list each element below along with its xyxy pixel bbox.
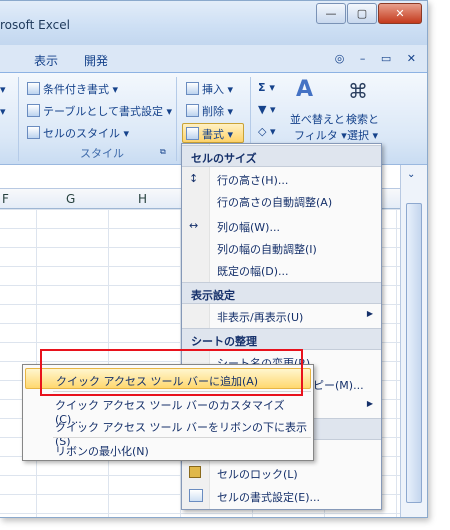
autosum-button[interactable]: Σ ▾ xyxy=(258,81,275,94)
styles-group-label: スタイル xyxy=(80,147,124,160)
context-item-minimize-ribbon[interactable]: リボンの最小化(N) xyxy=(25,439,311,460)
window-title: rosoft Excel xyxy=(0,18,70,32)
menu-item-row-height[interactable]: ↕ 行の高さ(H)... xyxy=(182,168,381,190)
expand-formula-icon[interactable]: ⌄ xyxy=(407,169,415,180)
highlight-box xyxy=(40,349,303,396)
column-width-label: 列の幅(W)... xyxy=(217,221,280,234)
menu-item-lock-cell[interactable]: セルのロック(L) xyxy=(182,462,381,484)
find-select-label-line1: 検索と xyxy=(346,113,379,126)
maximize-button[interactable]: ▢ xyxy=(347,3,377,24)
insert-label: 挿入 ▾ xyxy=(202,83,234,96)
row-height-label: 行の高さ(H)... xyxy=(217,174,289,187)
menu-separator xyxy=(53,437,311,438)
format-button[interactable]: 書式 ▾ xyxy=(186,126,233,142)
default-width-label: 既定の幅(D)... xyxy=(217,265,289,278)
dialog-launcher-icon[interactable]: ⧉ xyxy=(160,147,166,157)
insert-button[interactable]: 挿入 ▾ xyxy=(186,81,233,97)
scrollbar-thumb[interactable] xyxy=(406,203,422,503)
sort-filter-icon[interactable]: A xyxy=(296,77,313,102)
conditional-format-button[interactable]: 条件付き書式 ▾ xyxy=(27,81,118,97)
menu-item-autofit-row[interactable]: 行の高さの自動調整(A) xyxy=(182,190,381,212)
chevron-down-icon[interactable]: ▾ xyxy=(0,83,6,96)
delete-button[interactable]: 削除 ▾ xyxy=(186,103,233,119)
tab-view[interactable]: 表示 xyxy=(34,52,58,69)
ribbon-tabs: 表示 開発 ◎ – ▭ ✕ xyxy=(0,45,427,73)
format-cells-label: セルの書式設定(E)... xyxy=(217,491,321,504)
menu-item-default-width[interactable]: 既定の幅(D)... xyxy=(182,259,381,281)
clear-icon[interactable]: ◇ ▾ xyxy=(258,125,275,138)
row-height-icon: ↕ xyxy=(189,172,199,185)
column-header-f[interactable]: F xyxy=(2,192,9,206)
group-separator xyxy=(176,77,177,161)
table-icon xyxy=(27,104,40,117)
lock-icon xyxy=(189,466,201,478)
find-select-label-line2: 選択 ▾ xyxy=(346,129,379,142)
menu-item-autofit-column[interactable]: 列の幅の自動調整(I) xyxy=(182,237,381,259)
menu-header-visibility: 表示設定 xyxy=(182,282,381,304)
menu-item-column-width[interactable]: ↔ 列の幅(W)... xyxy=(182,215,381,237)
minimize-ribbon-label: リボンの最小化(N) xyxy=(55,445,149,458)
column-header-h[interactable]: H xyxy=(138,192,147,206)
find-select-button[interactable]: 検索と 選択 ▾ xyxy=(346,111,379,143)
format-icon xyxy=(186,127,199,140)
group-separator xyxy=(18,77,19,161)
submenu-arrow-icon: ▶ xyxy=(366,399,373,408)
tab-developer[interactable]: 開発 xyxy=(84,52,108,69)
title-bar: rosoft Excel — ▢ ✕ xyxy=(0,1,427,45)
menu-header-cell-size: セルのサイズ xyxy=(182,145,381,167)
hide-unhide-label: 非表示/再表示(U) xyxy=(217,311,304,324)
autofit-column-label: 列の幅の自動調整(I) xyxy=(217,243,317,256)
format-cells-icon xyxy=(189,489,203,502)
sort-filter-button[interactable]: 並べ替えと フィルタ ▾ xyxy=(288,111,347,143)
lock-cell-label: セルのロック(L) xyxy=(217,468,298,481)
menu-header-organize-sheets: シートの整理 xyxy=(182,328,381,350)
cell-styles-label: セルのスタイル ▾ xyxy=(43,127,130,140)
menu-item-format-cells[interactable]: セルの書式設定(E)... xyxy=(182,485,381,507)
sort-filter-label-line2: フィルタ ▾ xyxy=(294,129,347,142)
minimize-button[interactable]: — xyxy=(316,3,346,24)
vertical-scrollbar[interactable]: ⌄ xyxy=(400,165,427,517)
move-copy-label: ピー(M)... xyxy=(313,379,364,392)
autofit-row-label: 行の高さの自動調整(A) xyxy=(217,196,333,209)
conditional-format-icon xyxy=(27,82,40,95)
format-as-table-button[interactable]: テーブルとして書式設定 ▾ xyxy=(27,103,172,119)
column-header-g[interactable]: G xyxy=(66,192,75,206)
cell-styles-button[interactable]: セルのスタイル ▾ xyxy=(27,125,129,141)
close-button[interactable]: ✕ xyxy=(378,3,422,24)
menu-item-hide-unhide[interactable]: 非表示/再表示(U) ▶ xyxy=(182,305,381,327)
delete-label: 削除 ▾ xyxy=(202,105,234,118)
help-icons[interactable]: ◎ – ▭ ✕ xyxy=(335,52,422,65)
chevron-down-icon[interactable]: ▾ xyxy=(0,105,6,118)
context-item-customize-qat[interactable]: クイック アクセス ツール バーのカスタマイズ(C)... xyxy=(25,393,311,426)
format-label: 書式 ▾ xyxy=(202,128,234,141)
column-width-icon: ↔ xyxy=(189,219,199,232)
delete-icon xyxy=(186,104,199,117)
submenu-arrow-icon: ▶ xyxy=(366,309,373,318)
insert-icon xyxy=(186,82,199,95)
cell-style-icon xyxy=(27,126,40,139)
binoculars-icon[interactable]: ⌘ xyxy=(348,79,368,103)
context-item-show-qat-below[interactable]: クイック アクセス ツール バーをリボンの下に表示(S) xyxy=(25,415,311,448)
sort-filter-label-line1: 並べ替えと xyxy=(289,113,345,126)
conditional-format-label: 条件付き書式 ▾ xyxy=(43,83,119,96)
format-as-table-label: テーブルとして書式設定 ▾ xyxy=(43,105,173,118)
fill-icon[interactable]: ▼ ▾ xyxy=(258,103,275,116)
